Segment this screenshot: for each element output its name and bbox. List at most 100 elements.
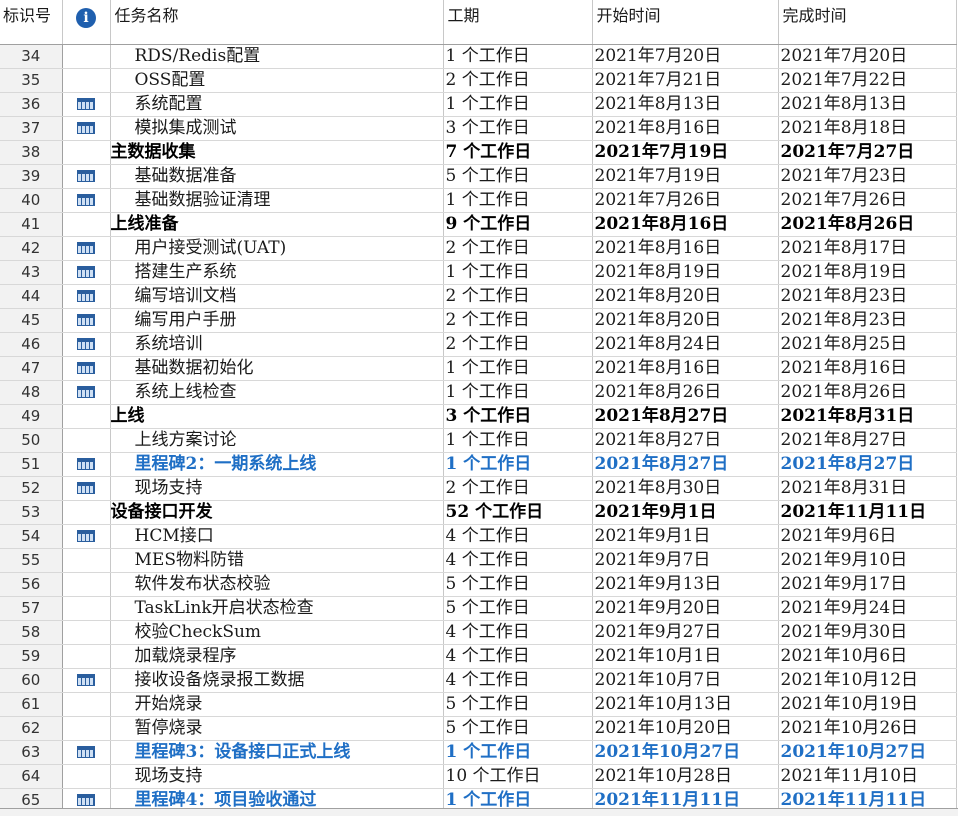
table-row[interactable]: 57 TaskLink开启状态检查 5 个工作日 2021年9月20日 2021年9月2… (0, 596, 957, 621)
table-row[interactable]: 52 现场支持 2 个工作日 2021年8月30日 2021年8月31日 (0, 476, 957, 501)
row-id-cell[interactable]: 45 (0, 308, 63, 333)
row-start-cell[interactable]: 2021年8月27日 (592, 404, 779, 429)
row-finish-cell[interactable]: 2021年10月6日 (778, 644, 957, 669)
row-id-cell[interactable]: 56 (0, 572, 63, 597)
row-duration-cell[interactable]: 10 个工作日 (443, 764, 593, 789)
row-id-cell[interactable]: 40 (0, 188, 63, 213)
row-task-name-cell[interactable]: 现场支持 (110, 476, 444, 501)
table-row[interactable]: 45 编写用户手册 2 个工作日 2021年8月20日 2021年8月23日 (0, 308, 957, 333)
row-id-cell[interactable]: 51 (0, 452, 63, 477)
table-row[interactable]: 53 设备接口开发 52 个工作日 2021年9月1日 2021年11月11日 (0, 500, 957, 525)
row-start-cell[interactable]: 2021年8月24日 (592, 332, 779, 357)
table-row[interactable]: 56 软件发布状态校验 5 个工作日 2021年9月13日 2021年9月17日 (0, 572, 957, 597)
row-id-cell[interactable]: 54 (0, 524, 63, 549)
table-row[interactable]: 40 基础数据验证清理 1 个工作日 2021年7月26日 2021年7月26日 (0, 188, 957, 213)
row-task-name-cell[interactable]: 基础数据验证清理 (110, 188, 444, 213)
row-indicator-cell[interactable] (62, 476, 111, 501)
row-id-cell[interactable]: 61 (0, 692, 63, 717)
row-start-cell[interactable]: 2021年7月19日 (592, 164, 779, 189)
row-finish-cell[interactable]: 2021年8月31日 (778, 404, 957, 429)
row-indicator-cell[interactable] (62, 188, 111, 213)
row-duration-cell[interactable]: 1 个工作日 (443, 740, 593, 765)
row-task-name-cell[interactable]: MES物料防错 (110, 548, 444, 573)
row-task-name-cell[interactable]: 编写培训文档 (110, 284, 444, 309)
row-id-cell[interactable]: 43 (0, 260, 63, 285)
row-finish-cell[interactable]: 2021年7月20日 (778, 44, 957, 69)
row-start-cell[interactable]: 2021年7月19日 (592, 140, 779, 165)
row-indicator-cell[interactable] (62, 308, 111, 333)
row-finish-cell[interactable]: 2021年9月24日 (778, 596, 957, 621)
row-indicator-cell[interactable] (62, 740, 111, 765)
row-task-name-cell[interactable]: OSS配置 (110, 68, 444, 93)
row-indicator-cell[interactable] (62, 44, 111, 69)
row-start-cell[interactable]: 2021年8月26日 (592, 380, 779, 405)
row-id-cell[interactable]: 44 (0, 284, 63, 309)
row-start-cell[interactable]: 2021年8月16日 (592, 212, 779, 237)
row-start-cell[interactable]: 2021年9月1日 (592, 524, 779, 549)
row-start-cell[interactable]: 2021年10月20日 (592, 716, 779, 741)
row-start-cell[interactable]: 2021年8月16日 (592, 236, 779, 261)
row-start-cell[interactable]: 2021年8月20日 (592, 284, 779, 309)
row-finish-cell[interactable]: 2021年10月12日 (778, 668, 957, 693)
row-indicator-cell[interactable] (62, 524, 111, 549)
row-duration-cell[interactable]: 52 个工作日 (443, 500, 593, 525)
row-duration-cell[interactable]: 2 个工作日 (443, 308, 593, 333)
row-task-name-cell[interactable]: 暂停烧录 (110, 716, 444, 741)
row-indicator-cell[interactable] (62, 428, 111, 453)
row-duration-cell[interactable]: 2 个工作日 (443, 68, 593, 93)
row-duration-cell[interactable]: 5 个工作日 (443, 164, 593, 189)
row-finish-cell[interactable]: 2021年8月23日 (778, 308, 957, 333)
row-indicator-cell[interactable] (62, 644, 111, 669)
table-row[interactable]: 44 编写培训文档 2 个工作日 2021年8月20日 2021年8月23日 (0, 284, 957, 309)
row-id-cell[interactable]: 58 (0, 620, 63, 645)
row-indicator-cell[interactable] (62, 68, 111, 93)
row-finish-cell[interactable]: 2021年8月17日 (778, 236, 957, 261)
row-id-cell[interactable]: 59 (0, 644, 63, 669)
column-header-task-name[interactable]: 任务名称 (110, 0, 444, 45)
row-start-cell[interactable]: 2021年7月26日 (592, 188, 779, 213)
row-finish-cell[interactable]: 2021年8月23日 (778, 284, 957, 309)
column-header-indicators[interactable]: i (62, 0, 111, 45)
row-task-name-cell[interactable]: 编写用户手册 (110, 308, 444, 333)
table-row[interactable]: 49 上线 3 个工作日 2021年8月27日 2021年8月31日 (0, 404, 957, 429)
row-finish-cell[interactable]: 2021年8月18日 (778, 116, 957, 141)
table-row[interactable]: 62 暂停烧录 5 个工作日 2021年10月20日 2021年10月26日 (0, 716, 957, 741)
table-row[interactable]: 48 系统上线检查 1 个工作日 2021年8月26日 2021年8月26日 (0, 380, 957, 405)
table-row[interactable]: 47 基础数据初始化 1 个工作日 2021年8月16日 2021年8月16日 (0, 356, 957, 381)
row-indicator-cell[interactable] (62, 164, 111, 189)
row-task-name-cell[interactable]: 上线准备 (110, 212, 444, 237)
row-finish-cell[interactable]: 2021年8月25日 (778, 332, 957, 357)
row-indicator-cell[interactable] (62, 356, 111, 381)
row-task-name-cell[interactable]: 用户接受测试(UAT) (110, 236, 444, 261)
row-duration-cell[interactable]: 2 个工作日 (443, 236, 593, 261)
row-task-name-cell[interactable]: 里程碑3：设备接口正式上线 (110, 740, 444, 765)
table-row[interactable]: 58 校验CheckSum 4 个工作日 2021年9月27日 2021年9月30日 (0, 620, 957, 645)
row-task-name-cell[interactable]: 系统配置 (110, 92, 444, 117)
row-duration-cell[interactable]: 5 个工作日 (443, 716, 593, 741)
row-duration-cell[interactable]: 9 个工作日 (443, 212, 593, 237)
column-header-start[interactable]: 开始时间 (592, 0, 779, 45)
row-start-cell[interactable]: 2021年8月27日 (592, 452, 779, 477)
row-finish-cell[interactable]: 2021年10月19日 (778, 692, 957, 717)
row-id-cell[interactable]: 41 (0, 212, 63, 237)
row-finish-cell[interactable]: 2021年8月16日 (778, 356, 957, 381)
row-task-name-cell[interactable]: HCM接口 (110, 524, 444, 549)
row-id-cell[interactable]: 37 (0, 116, 63, 141)
table-row[interactable]: 37 模拟集成测试 3 个工作日 2021年8月16日 2021年8月18日 (0, 116, 957, 141)
row-start-cell[interactable]: 2021年9月27日 (592, 620, 779, 645)
row-id-cell[interactable]: 62 (0, 716, 63, 741)
row-indicator-cell[interactable] (62, 332, 111, 357)
row-task-name-cell[interactable]: 软件发布状态校验 (110, 572, 444, 597)
row-id-cell[interactable]: 60 (0, 668, 63, 693)
row-finish-cell[interactable]: 2021年9月30日 (778, 620, 957, 645)
row-task-name-cell[interactable]: 上线方案讨论 (110, 428, 444, 453)
row-finish-cell[interactable]: 2021年8月26日 (778, 212, 957, 237)
row-start-cell[interactable]: 2021年8月19日 (592, 260, 779, 285)
row-start-cell[interactable]: 2021年9月7日 (592, 548, 779, 573)
row-indicator-cell[interactable] (62, 236, 111, 261)
table-row[interactable]: 50 上线方案讨论 1 个工作日 2021年8月27日 2021年8月27日 (0, 428, 957, 453)
table-row[interactable]: 54 HCM接口 4 个工作日 2021年9月1日 2021年9月6日 (0, 524, 957, 549)
row-finish-cell[interactable]: 2021年8月27日 (778, 452, 957, 477)
table-row[interactable]: 42 用户接受测试(UAT) 2 个工作日 2021年8月16日 2021年8月17日 (0, 236, 957, 261)
row-finish-cell[interactable]: 2021年9月17日 (778, 572, 957, 597)
